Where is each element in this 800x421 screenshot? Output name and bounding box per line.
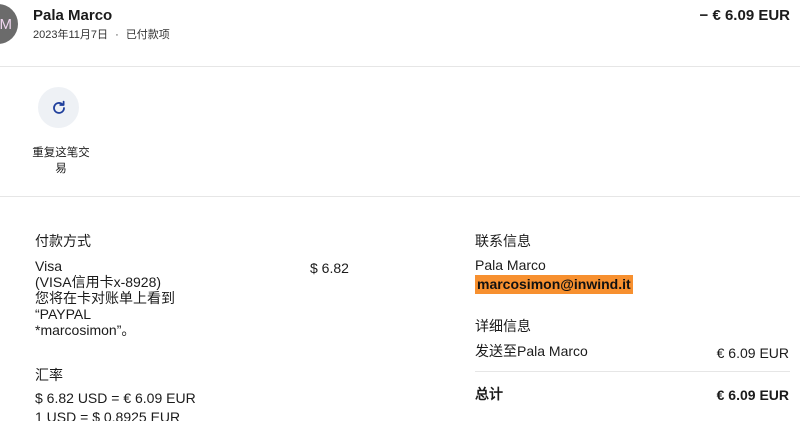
transaction-subline: 2023年11月7日 · 已付款项 bbox=[33, 26, 170, 42]
refresh-icon bbox=[52, 100, 65, 114]
payment-method-line: 您将在卡对账单上看到 bbox=[35, 290, 175, 306]
separator: · bbox=[115, 29, 119, 41]
exchange-rate-line1: $ 6.82 USD = € 6.09 EUR bbox=[35, 390, 196, 406]
payment-method-line: “PAYPAL bbox=[35, 306, 92, 322]
exchange-rate-title: 汇率 bbox=[35, 367, 63, 383]
payment-method-description: Visa (VISA信用卡x-8928) 您将在卡对账单上看到 “PAYPAL … bbox=[35, 258, 235, 338]
sent-to-label: 发送至Pala Marco bbox=[475, 343, 588, 359]
exchange-rate-line2: 1 USD = $ 0.8925 EUR bbox=[35, 409, 181, 421]
total-amount: € 6.09 EUR bbox=[716, 387, 789, 403]
divider bbox=[0, 196, 800, 197]
payment-method-amount: $ 6.82 bbox=[310, 260, 349, 276]
payment-method-line: (VISA信用卡x-8928) bbox=[35, 274, 162, 290]
transaction-status: 已付款项 bbox=[125, 29, 170, 41]
details-title: 详细信息 bbox=[475, 318, 531, 334]
sent-to-amount: € 6.09 EUR bbox=[716, 345, 789, 361]
payment-method-title: 付款方式 bbox=[35, 233, 91, 249]
contact-name: Pala Marco bbox=[475, 257, 546, 273]
avatar-initial: M bbox=[0, 15, 12, 33]
contact-email[interactable]: marcosimon@inwind.it bbox=[475, 275, 633, 294]
payment-method-line: Visa bbox=[35, 258, 62, 274]
avatar: M bbox=[0, 4, 18, 44]
repeat-transaction-label[interactable]: 重复这笔交易 bbox=[28, 145, 94, 177]
payment-method-line: *marcosimon”。 bbox=[35, 322, 136, 338]
transaction-date: 2023年11月7日 bbox=[33, 29, 109, 41]
repeat-transaction-button[interactable] bbox=[38, 87, 79, 128]
divider bbox=[0, 66, 800, 67]
transaction-amount: − € 6.09 EUR bbox=[699, 7, 790, 24]
contact-info-title: 联系信息 bbox=[475, 233, 531, 249]
total-label: 总计 bbox=[475, 386, 503, 402]
merchant-name: Pala Marco bbox=[33, 7, 113, 24]
row-divider bbox=[475, 371, 790, 372]
